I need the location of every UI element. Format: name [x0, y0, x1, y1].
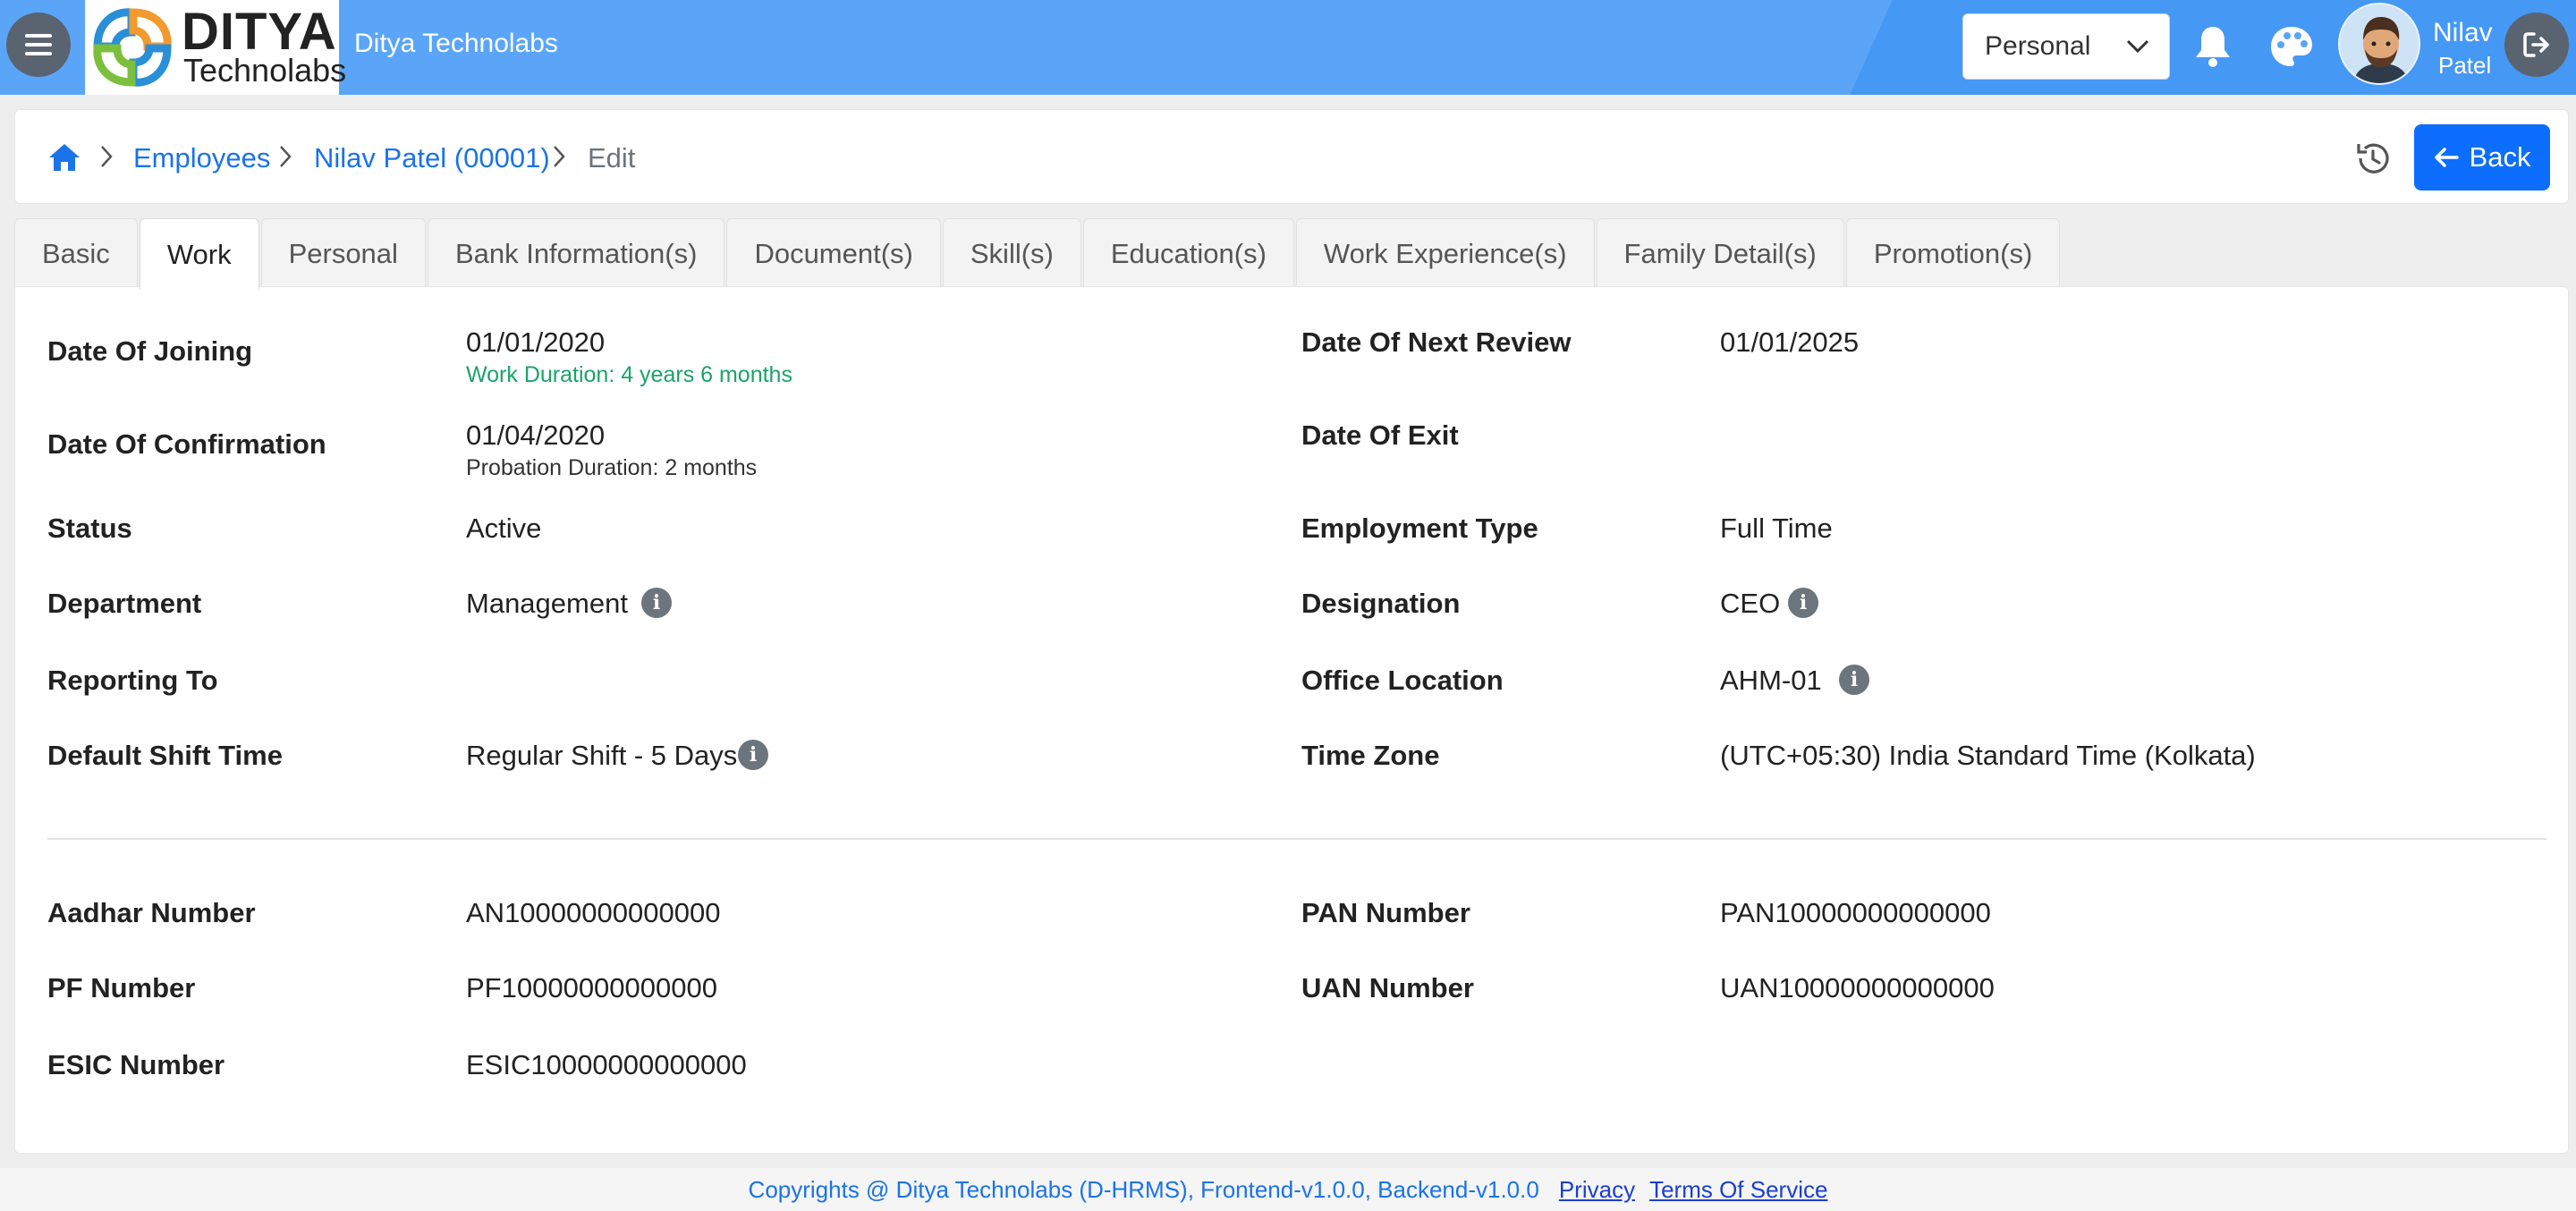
chevron-right-icon: [280, 146, 292, 167]
back-button[interactable]: Back: [2414, 124, 2550, 191]
breadcrumb-employee-link[interactable]: Nilav Patel (00001): [314, 142, 550, 174]
aadhar-number-value: AN10000000000000: [466, 897, 721, 928]
date-of-confirmation-label: Date Of Confirmation: [47, 428, 326, 460]
chevron-right-icon: [101, 146, 113, 167]
hamburger-menu-button[interactable]: [6, 13, 71, 77]
department-label: Department: [47, 588, 202, 619]
uan-number-label: UAN Number: [1301, 972, 1474, 1004]
designation-info-icon[interactable]: i: [1788, 588, 1818, 618]
logo-text-secondary: Technolabs: [183, 52, 347, 89]
terms-of-service-link[interactable]: Terms Of Service: [1649, 1176, 1827, 1204]
user-last-name: Patel: [2438, 52, 2492, 79]
pan-number-value: PAN10000000000000: [1720, 897, 1991, 928]
tab-work[interactable]: Work: [139, 218, 259, 290]
date-of-next-review-label: Date Of Next Review: [1301, 326, 1572, 358]
logout-icon: [2523, 32, 2549, 57]
logout-button[interactable]: [2504, 13, 2569, 77]
privacy-link[interactable]: Privacy: [1559, 1176, 1635, 1204]
tab-promotions[interactable]: Promotion(s): [1845, 218, 2061, 288]
date-of-joining-label: Date Of Joining: [47, 335, 253, 367]
status-label: Status: [47, 512, 132, 544]
breadcrumb: Employees Nilav Patel (00001) Edit Back: [14, 109, 2569, 204]
default-shift-time-label: Default Shift Time: [47, 740, 283, 771]
tab-personal[interactable]: Personal: [260, 218, 426, 288]
date-of-joining-value: 01/01/2020: [466, 326, 606, 358]
user-avatar[interactable]: [2338, 3, 2420, 85]
notifications-button[interactable]: [2188, 21, 2238, 72]
user-avatar-image: [2340, 4, 2419, 83]
tab-family-details[interactable]: Family Detail(s): [1596, 218, 1844, 288]
uan-number-value: UAN10000000000000: [1720, 972, 1995, 1004]
shift-info-icon[interactable]: i: [738, 740, 768, 770]
pf-number-label: PF Number: [47, 972, 196, 1004]
work-details-panel: Date Of Joining 01/01/2020 Work Duration…: [14, 286, 2569, 1154]
default-shift-time-value: Regular Shift - 5 Days: [466, 740, 738, 771]
chevron-down-icon: [2126, 39, 2149, 54]
footer-copyright: Copyrights @ Ditya Technolabs (D-HRMS), …: [748, 1175, 1539, 1203]
esic-number-label: ESIC Number: [47, 1049, 225, 1080]
office-location-label: Office Location: [1301, 665, 1504, 696]
pan-number-label: PAN Number: [1301, 897, 1470, 928]
esic-number-value: ESIC10000000000000: [466, 1049, 747, 1080]
page-footer: Copyrights @ Ditya Technolabs (D-HRMS), …: [0, 1168, 2576, 1211]
date-of-next-review-value: 01/01/2025: [1720, 326, 1860, 358]
date-of-exit-label: Date Of Exit: [1301, 419, 1459, 451]
arrow-left-icon: [2434, 148, 2459, 167]
tab-bank-information[interactable]: Bank Information(s): [427, 218, 725, 288]
profile-mode-value: Personal: [1985, 31, 2091, 61]
tab-education[interactable]: Education(s): [1082, 218, 1294, 288]
breadcrumb-employees-link[interactable]: Employees: [133, 142, 270, 174]
designation-label: Designation: [1301, 588, 1461, 619]
employment-type-label: Employment Type: [1301, 512, 1538, 544]
breadcrumb-current: Edit: [588, 142, 636, 174]
probation-duration-text: Probation Duration: 2 months: [466, 455, 758, 480]
pf-number-value: PF10000000000000: [466, 972, 717, 1004]
profile-mode-select[interactable]: Personal: [1962, 13, 2170, 80]
reporting-to-label: Reporting To: [47, 665, 218, 696]
palette-icon: [2271, 27, 2312, 66]
home-icon[interactable]: [47, 142, 81, 173]
employment-type-value: Full Time: [1720, 512, 1833, 544]
history-icon[interactable]: [2353, 139, 2393, 178]
time-zone-label: Time Zone: [1301, 740, 1440, 771]
time-zone-value: (UTC+05:30) India Standard Time (Kolkata…: [1720, 740, 2256, 771]
tab-work-experience[interactable]: Work Experience(s): [1295, 218, 1595, 288]
designation-value: CEO: [1720, 588, 1781, 619]
top-navbar: DITYA Technolabs Ditya Technolabs Person…: [0, 0, 2576, 95]
tab-skills[interactable]: Skill(s): [942, 218, 1081, 288]
logo-mark-icon: [93, 8, 172, 87]
tab-documents[interactable]: Document(s): [726, 218, 941, 288]
employee-tabs: Basic Work Personal Bank Information(s) …: [14, 218, 2062, 290]
brand-name: Ditya Technolabs: [354, 29, 558, 58]
company-logo[interactable]: DITYA Technolabs: [85, 0, 346, 95]
bell-icon: [2196, 27, 2230, 67]
status-value: Active: [466, 512, 542, 544]
chevron-right-icon: [554, 146, 565, 167]
tab-basic[interactable]: Basic: [14, 218, 138, 288]
section-divider: [47, 838, 2546, 840]
work-duration-text: Work Duration: 4 years 6 months: [466, 362, 792, 387]
user-first-name: Nilav: [2433, 18, 2493, 47]
office-location-info-icon[interactable]: i: [1839, 665, 1869, 695]
aadhar-number-label: Aadhar Number: [47, 897, 256, 928]
department-info-icon[interactable]: i: [641, 588, 672, 618]
department-value: Management: [466, 588, 628, 619]
hamburger-icon: [25, 34, 52, 55]
office-location-value: AHM-01: [1720, 665, 1822, 696]
date-of-confirmation-value: 01/04/2020: [466, 419, 606, 451]
theme-palette-button[interactable]: [2267, 21, 2317, 72]
back-button-label: Back: [2469, 141, 2531, 173]
